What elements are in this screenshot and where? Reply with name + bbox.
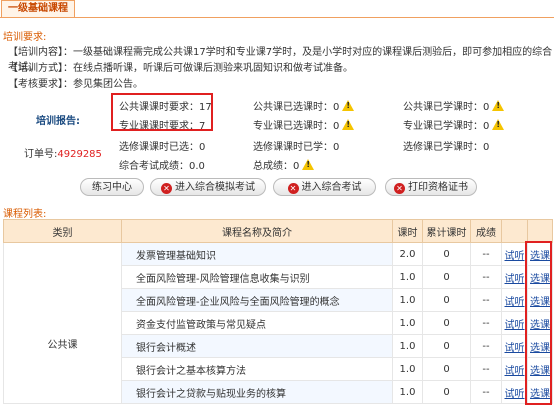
course-cumulative: 0 <box>422 334 471 358</box>
public-selected-hours: 公共课已选课时：0 <box>253 98 355 113</box>
close-circle-icon: ✕ <box>394 183 405 194</box>
exam-button[interactable]: ✕ 进入综合考试 <box>273 178 376 196</box>
header-category: 类别 <box>3 219 122 243</box>
order-number: 订单号:4929285 <box>24 145 102 160</box>
required-hours-highlight <box>111 93 213 131</box>
print-certificate-label: 打印资格证书 <box>408 182 468 193</box>
course-hours: 1.0 <box>392 288 423 312</box>
course-hours: 1.0 <box>392 265 423 289</box>
course-name[interactable]: 全面风险管理-企业风险与全面风险管理的概念 <box>121 288 393 312</box>
elective-learned-hours-2: 选修课已学课时：0 <box>403 142 490 153</box>
header-course-name: 课程名称及简介 <box>121 219 393 243</box>
table-header-row: 类别 课程名称及简介 课时 累计课时 成绩 <box>3 219 553 243</box>
warning-icon <box>492 119 505 130</box>
course-cumulative: 0 <box>422 380 471 404</box>
mock-exam-label: 进入综合模拟考试 <box>175 182 255 193</box>
tab-bar: 一级基础课程 <box>0 0 554 18</box>
tab-basic-course[interactable]: 一级基础课程 <box>1 0 75 17</box>
warning-icon <box>342 100 355 111</box>
course-score: -- <box>470 311 502 335</box>
course-name[interactable]: 银行会计概述 <box>121 334 393 358</box>
trial-link[interactable]: 试听 <box>505 366 525 377</box>
course-cumulative: 0 <box>422 288 471 312</box>
pro-selected-text: 专业课已选课时：0 <box>253 121 340 132</box>
action-buttons: 练习中心 ✕ 进入综合模拟考试 ✕ 进入综合考试 ✕ 打印资格证书 <box>0 178 554 198</box>
mock-exam-button[interactable]: ✕ 进入综合模拟考试 <box>150 178 266 196</box>
pro-learned-text: 专业课已学课时：0 <box>403 121 490 132</box>
course-hours: 1.0 <box>392 311 423 335</box>
trial-link[interactable]: 试听 <box>505 251 525 262</box>
course-hours: 1.0 <box>392 334 423 358</box>
pro-selected-hours: 专业课已选课时：0 <box>253 117 355 132</box>
course-score: -- <box>470 288 502 312</box>
total-score-text: 总成绩：0 <box>253 161 300 172</box>
course-hours: 2.0 <box>392 242 423 266</box>
category-label: 公共课 <box>47 339 78 351</box>
pro-learned-hours: 专业课已学课时：0 <box>403 117 505 132</box>
header-select <box>527 219 553 243</box>
course-cumulative: 0 <box>422 242 471 266</box>
course-name[interactable]: 全面风险管理-风险管理信息收集与识别 <box>121 265 393 289</box>
elective-selected-hours: 选修课课时已选：0 <box>119 142 206 153</box>
course-name[interactable]: 发票管理基础知识 <box>121 242 393 266</box>
header-trial <box>501 219 528 243</box>
exam-label: 进入综合考试 <box>301 182 362 193</box>
course-name[interactable]: 资金支付监管政策与常见疑点 <box>121 311 393 335</box>
elective-learned-hours: 选修课课时已学：0 <box>253 142 340 153</box>
category-cell: 公共课 <box>3 242 122 404</box>
trial-link[interactable]: 试听 <box>505 297 525 308</box>
course-score: -- <box>470 242 502 266</box>
course-score: -- <box>470 357 502 381</box>
header-cumulative-hours: 累计课时 <box>422 219 471 243</box>
header-score: 成绩 <box>470 219 502 243</box>
course-hours: 1.0 <box>392 380 423 404</box>
close-circle-icon: ✕ <box>287 183 299 194</box>
requirement-assessment: 【考核要求】：参见集团公告。 <box>8 79 143 90</box>
order-label: 订单号: <box>24 149 58 160</box>
practice-center-button[interactable]: 练习中心 <box>80 178 144 196</box>
select-column-highlight <box>525 241 552 405</box>
public-learned-text: 公共课已学课时：0 <box>403 102 490 113</box>
course-hours: 1.0 <box>392 357 423 381</box>
report-label: 培训报告: <box>36 116 80 127</box>
trial-link[interactable]: 试听 <box>505 274 525 285</box>
warning-icon <box>302 159 315 170</box>
warning-icon <box>492 100 505 111</box>
course-table: 类别 课程名称及简介 课时 累计课时 成绩 公共课 发票管理基础知识 2.0 0… <box>3 219 553 404</box>
trial-link[interactable]: 试听 <box>505 343 525 354</box>
trial-link[interactable]: 试听 <box>505 389 525 400</box>
public-selected-text: 公共课已选课时：0 <box>253 102 340 113</box>
total-score: 总成绩：0 <box>253 157 315 172</box>
course-score: -- <box>470 380 502 404</box>
course-cumulative: 0 <box>422 311 471 335</box>
course-score: -- <box>470 334 502 358</box>
requirements-title: 培训要求: <box>3 32 47 43</box>
order-value: 4929285 <box>57 149 102 160</box>
course-cumulative: 0 <box>422 357 471 381</box>
course-name[interactable]: 银行会计之贷款与贴现业务的核算 <box>121 380 393 404</box>
trial-link[interactable]: 试听 <box>505 320 525 331</box>
public-learned-hours: 公共课已学课时：0 <box>403 98 505 113</box>
table-row: 公共课 发票管理基础知识 2.0 0 -- 试听 选课 <box>3 242 553 404</box>
course-cumulative: 0 <box>422 265 471 289</box>
course-score: -- <box>470 265 502 289</box>
close-circle-icon: ✕ <box>161 183 172 194</box>
course-list-title: 课程列表: <box>3 209 47 220</box>
course-name[interactable]: 银行会计之基本核算方法 <box>121 357 393 381</box>
exam-score: 综合考试成绩：0.0 <box>119 161 205 172</box>
warning-icon <box>342 119 355 130</box>
requirement-method: 【培训方式】：在线点播听课，听课后可做课后测验来巩固知识和做考试准备。 <box>8 63 353 74</box>
print-certificate-button[interactable]: ✕ 打印资格证书 <box>385 178 477 196</box>
header-hours: 课时 <box>392 219 423 243</box>
